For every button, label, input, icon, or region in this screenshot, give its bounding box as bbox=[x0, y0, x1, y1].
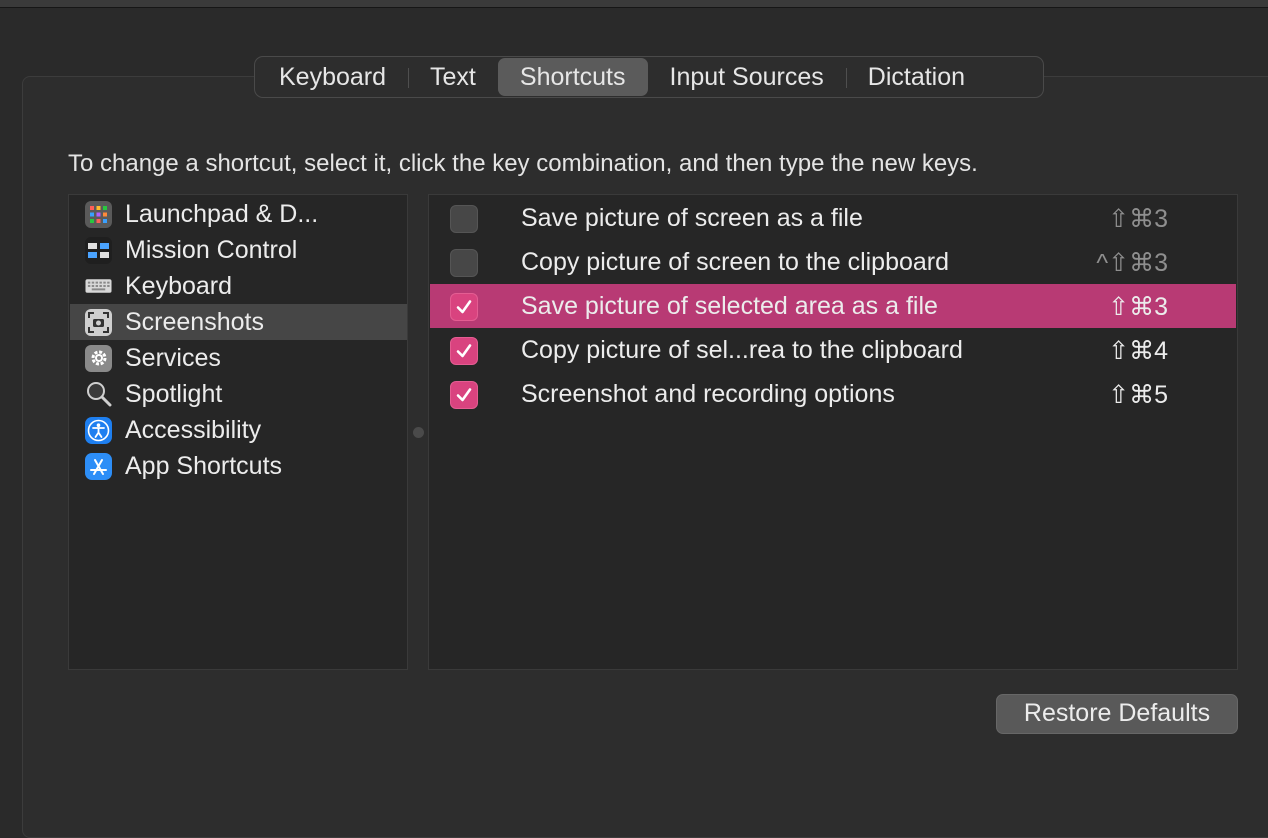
sidebar-item-launchpad[interactable]: Launchpad & D... bbox=[70, 196, 407, 232]
shortcut-label: Copy picture of sel...rea to the clipboa… bbox=[521, 336, 963, 364]
sidebar-item-accessibility[interactable]: Accessibility bbox=[70, 412, 407, 448]
shortcut-checkbox[interactable] bbox=[450, 205, 478, 233]
sidebar-item-services[interactable]: Services bbox=[70, 340, 407, 376]
app-store-icon bbox=[85, 452, 112, 480]
shortcut-row[interactable]: Screenshot and recording options ⇧⌘5 bbox=[430, 372, 1236, 416]
sidebar-item-label: Spotlight bbox=[125, 379, 223, 408]
tab-shortcuts[interactable]: Shortcuts bbox=[497, 58, 648, 96]
sidebar-item-label: Accessibility bbox=[125, 415, 262, 444]
shortcut-list: Save picture of screen as a file ⇧⌘3 Cop… bbox=[428, 194, 1238, 670]
sidebar-item-mission-control[interactable]: Mission Control bbox=[70, 232, 407, 268]
shortcut-row-selected[interactable]: Save picture of selected area as a file … bbox=[430, 284, 1236, 328]
sidebar-item-label: Mission Control bbox=[125, 235, 298, 264]
shortcut-row[interactable]: Copy picture of screen to the clipboard … bbox=[430, 240, 1236, 284]
checkmark-icon bbox=[456, 344, 472, 358]
magnifier-icon bbox=[85, 381, 112, 408]
shortcut-label: Copy picture of screen to the clipboard bbox=[521, 248, 950, 276]
keyboard-icon bbox=[85, 273, 112, 300]
shortcut-checkbox[interactable] bbox=[450, 249, 478, 277]
shortcut-row[interactable]: Save picture of screen as a file ⇧⌘3 bbox=[430, 196, 1236, 240]
sidebar-item-screenshots[interactable]: Screenshots bbox=[70, 304, 407, 340]
sidebar-item-app-shortcuts[interactable]: App Shortcuts bbox=[70, 448, 407, 484]
window-top-edge bbox=[0, 0, 1268, 8]
shortcut-row[interactable]: Copy picture of sel...rea to the clipboa… bbox=[430, 328, 1236, 372]
launchpad-icon bbox=[85, 200, 112, 228]
gear-icon bbox=[85, 344, 112, 372]
sidebar-item-label: Keyboard bbox=[125, 271, 233, 300]
accessibility-icon bbox=[85, 416, 112, 444]
sidebar-item-label: Launchpad & D... bbox=[125, 199, 319, 228]
tab-keyboard[interactable]: Keyboard bbox=[257, 58, 408, 96]
sidebar-item-spotlight[interactable]: Spotlight bbox=[70, 376, 407, 412]
shortcut-keys[interactable]: ^⇧⌘3 bbox=[1096, 248, 1168, 278]
split-view-handle[interactable] bbox=[413, 427, 424, 438]
restore-defaults-button[interactable]: Restore Defaults bbox=[996, 694, 1238, 734]
tab-dictation[interactable]: Dictation bbox=[845, 58, 987, 96]
tab-input-sources[interactable]: Input Sources bbox=[648, 58, 846, 96]
shortcut-keys[interactable]: ⇧⌘5 bbox=[1108, 380, 1168, 410]
tab-text[interactable]: Text bbox=[408, 58, 498, 96]
mission-control-icon bbox=[85, 236, 112, 264]
sidebar-item-label: Screenshots bbox=[125, 307, 264, 336]
instruction-text: To change a shortcut, select it, click t… bbox=[68, 150, 978, 177]
shortcut-label: Screenshot and recording options bbox=[521, 380, 895, 408]
shortcut-keys[interactable]: ⇧⌘4 bbox=[1108, 336, 1168, 366]
shortcut-label: Save picture of screen as a file bbox=[521, 204, 863, 232]
shortcut-keys[interactable]: ⇧⌘3 bbox=[1108, 292, 1168, 322]
shortcut-category-list: Launchpad & D... Mission Control Keyboar… bbox=[68, 194, 408, 670]
screenshots-icon bbox=[85, 308, 112, 336]
sidebar-item-label: App Shortcuts bbox=[125, 451, 283, 480]
shortcut-checkbox[interactable] bbox=[450, 337, 478, 365]
shortcut-checkbox[interactable] bbox=[450, 293, 478, 321]
sidebar-item-keyboard[interactable]: Keyboard bbox=[70, 268, 407, 304]
checkmark-icon bbox=[456, 300, 472, 314]
shortcut-label: Save picture of selected area as a file bbox=[521, 292, 938, 320]
shortcut-checkbox[interactable] bbox=[450, 381, 478, 409]
tab-bar: Keyboard Text Shortcuts Input Sources Di… bbox=[254, 56, 1044, 98]
sidebar-item-label: Services bbox=[125, 343, 221, 372]
checkmark-icon bbox=[456, 388, 472, 402]
shortcut-keys[interactable]: ⇧⌘3 bbox=[1108, 204, 1168, 234]
